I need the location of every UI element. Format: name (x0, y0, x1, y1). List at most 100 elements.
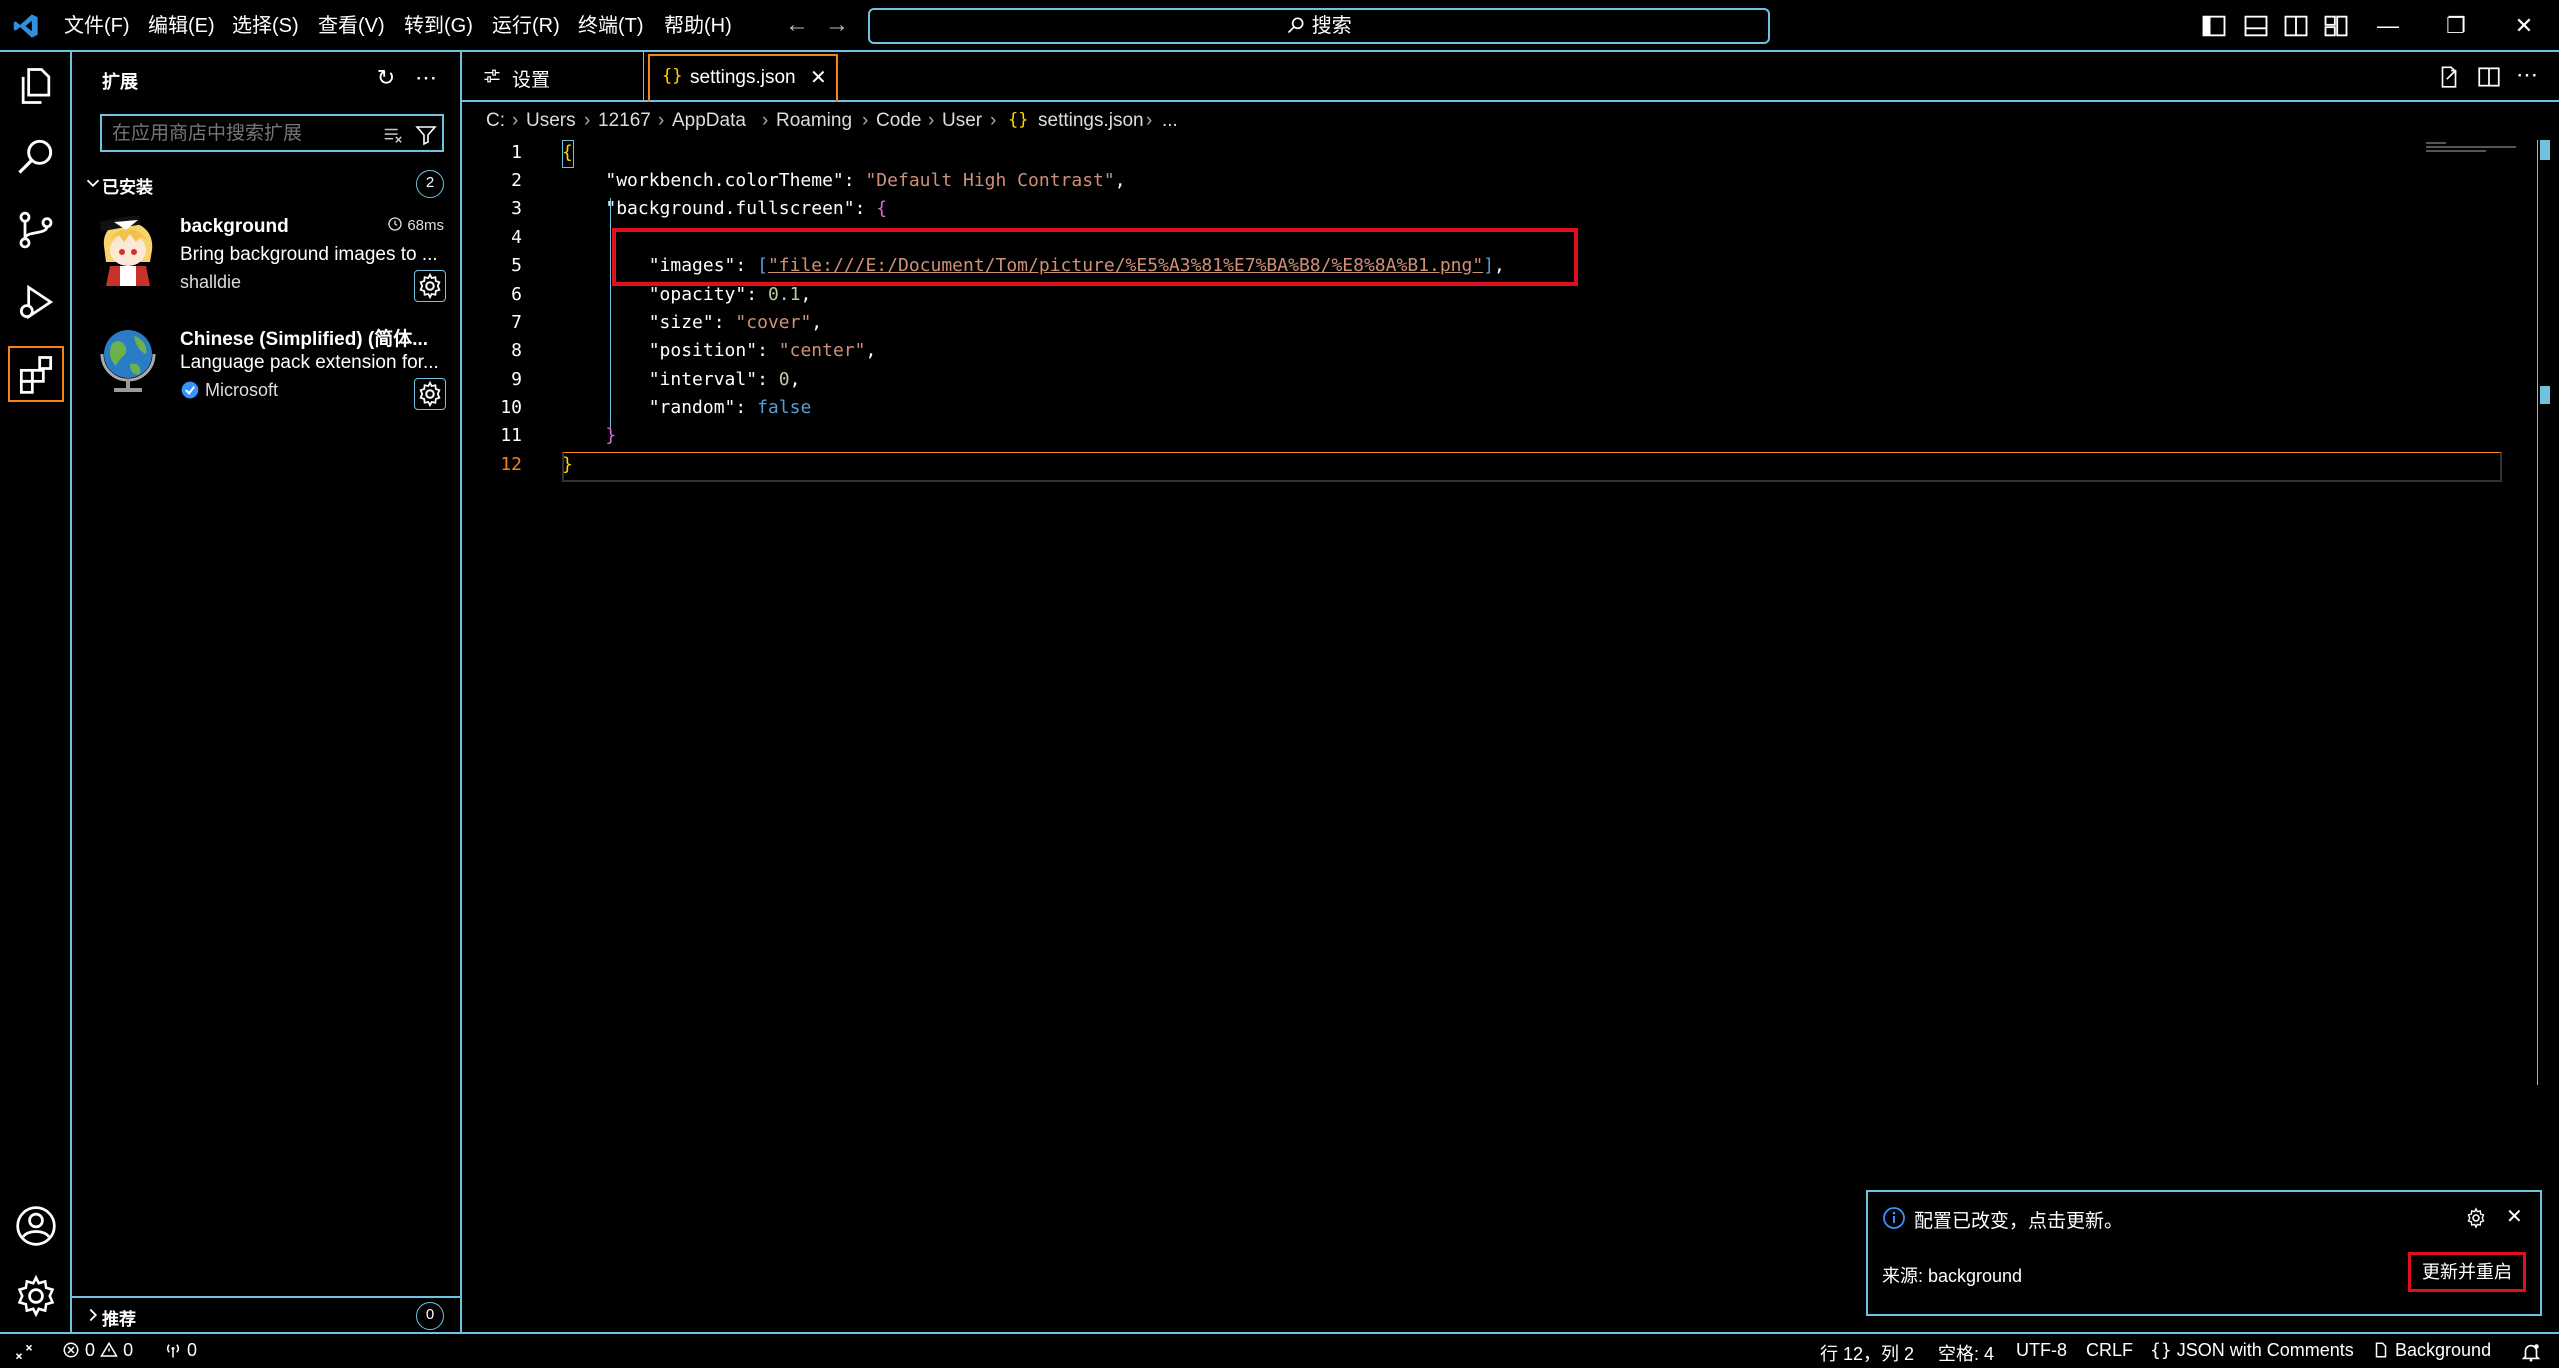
extension-description: Language pack extension for... (180, 352, 439, 373)
recommended-section-header[interactable]: 推荐 0 (72, 1296, 462, 1332)
encoding[interactable]: UTF-8 (2016, 1340, 2067, 1361)
installed-section-header[interactable]: 已安装 2 (72, 166, 462, 202)
extension-search-input[interactable] (110, 120, 364, 148)
manage-extension-gear-icon[interactable] (414, 270, 446, 302)
menu-file[interactable]: 文件(F) (64, 12, 130, 40)
code-line-10: "random": false (648, 397, 812, 418)
explorer-icon[interactable] (14, 64, 58, 108)
breadcrumb-item[interactable]: Roaming (776, 110, 852, 132)
recommended-label: 推荐 (102, 1310, 136, 1329)
search-icon[interactable] (14, 134, 58, 178)
forward-arrow-icon[interactable]: → (824, 12, 850, 38)
editor-vertical-scrollbar[interactable] (2537, 140, 2551, 1085)
minimap[interactable] (2426, 140, 2526, 160)
split-editor-icon[interactable] (2476, 64, 2502, 90)
toggle-panel-icon[interactable] (2242, 12, 2270, 40)
code-editor[interactable]: 1 2 3 4 5 6 7 8 9 10 11 12 { "workbench.… (462, 140, 2559, 1332)
extension-item-background[interactable]: background 68ms Bring background images … (72, 208, 462, 316)
tab-label: 设置 (512, 70, 551, 91)
extension-item-chinese-language-pack[interactable]: Chinese (Simplified) (简体... Language pac… (72, 316, 462, 424)
language-mode[interactable]: {} JSON with Comments (2150, 1340, 2354, 1361)
sidebar-title: 扩展 (102, 72, 138, 92)
activity-bar (0, 52, 72, 1332)
code-line-11: } (562, 425, 616, 446)
close-window-button[interactable]: ✕ (2494, 8, 2554, 44)
breadcrumb-item[interactable]: Users (526, 110, 576, 132)
end-of-line[interactable]: CRLF (2086, 1340, 2133, 1361)
editor-more-actions-icon[interactable]: ⋯ (2516, 62, 2538, 88)
json-key: "interval" (648, 369, 758, 390)
source-control-icon[interactable] (14, 208, 58, 252)
background-extension-status[interactable]: Background (2372, 1340, 2491, 1361)
more-actions-icon[interactable]: ⋯ (412, 64, 440, 92)
breadcrumb-item[interactable]: C: (486, 110, 505, 132)
remote-indicator-icon[interactable] (14, 1342, 34, 1362)
close-notification-icon[interactable]: ✕ (2506, 1204, 2523, 1229)
code-line-9: "interval": 0, (648, 369, 801, 390)
refresh-icon[interactable]: ↻ (372, 64, 400, 92)
breadcrumb-item[interactable]: AppData (672, 110, 746, 132)
menu-go[interactable]: 转到(G) (404, 12, 473, 40)
extension-publisher: shalldie (180, 272, 242, 292)
notifications-bell-icon[interactable] (2520, 1341, 2542, 1363)
editor-tab-bar: 设置 {} settings.json ✕ ⋯ (462, 52, 2559, 102)
vscode-logo-icon (13, 14, 38, 38)
problems-indicator[interactable]: 0 0 (62, 1340, 133, 1361)
activation-time-value: 68ms (407, 217, 444, 234)
breadcrumb-item[interactable]: ... (1162, 110, 1178, 132)
json-number-value: 0 (778, 369, 790, 390)
manage-extension-gear-icon[interactable] (414, 378, 446, 410)
tab-settings-json[interactable]: {} settings.json ✕ (648, 54, 838, 102)
open-settings-ui-icon[interactable] (2436, 64, 2462, 90)
breadcrumb-item[interactable]: Code (876, 110, 921, 132)
extension-publisher-row: Microsoft (180, 380, 278, 401)
indentation[interactable]: 空格: 4 (1938, 1340, 1994, 1366)
json-file-icon: {} (1008, 110, 1029, 130)
extensions-icon[interactable] (14, 352, 58, 396)
run-debug-icon[interactable] (14, 280, 58, 324)
activation-time: 68ms (387, 216, 444, 234)
scrollbar-marker (2540, 386, 2550, 404)
breadcrumb-separator-icon: › (990, 110, 997, 131)
clear-filter-icon[interactable] (382, 124, 404, 146)
breadcrumb-separator-icon: › (658, 110, 665, 131)
json-key: "background.fullscreen" (605, 198, 855, 219)
notification-settings-gear-icon[interactable] (2464, 1206, 2488, 1230)
command-center-search[interactable]: 搜索 (868, 8, 1770, 44)
menu-edit[interactable]: 编辑(E) (148, 12, 215, 40)
installed-count-badge: 2 (416, 170, 444, 198)
tab-settings[interactable]: 设置 (462, 52, 644, 102)
menu-selection[interactable]: 选择(S) (232, 12, 299, 40)
toggle-primary-sidebar-icon[interactable] (2200, 12, 2228, 40)
account-icon[interactable] (14, 1204, 58, 1248)
json-key: "position" (648, 340, 758, 361)
line-number: 9 (511, 369, 522, 390)
scrollbar-thumb[interactable] (2540, 140, 2550, 160)
toggle-secondary-sidebar-icon[interactable] (2282, 12, 2310, 40)
title-bar: 文件(F) 编辑(E) 选择(S) 查看(V) 转到(G) 运行(R) 终端(T… (0, 0, 2559, 52)
back-arrow-icon[interactable]: ← (784, 12, 810, 38)
menu-help[interactable]: 帮助(H) (664, 12, 732, 40)
update-and-restart-button[interactable]: 更新并重启 (2408, 1252, 2526, 1292)
customize-layout-icon[interactable] (2322, 12, 2350, 40)
restore-button[interactable]: ❐ (2426, 8, 2486, 44)
menu-run[interactable]: 运行(R) (492, 12, 560, 40)
menu-view[interactable]: 查看(V) (318, 12, 385, 40)
close-tab-icon[interactable]: ✕ (810, 65, 827, 90)
notification-message: 配置已改变，点击更新。 (1914, 1211, 2124, 1232)
breadcrumb-item[interactable]: 12167 (598, 110, 651, 132)
breadcrumb-item[interactable]: User (942, 110, 982, 132)
breadcrumb-item[interactable]: settings.json (1038, 110, 1144, 132)
indent-guide (610, 198, 611, 428)
breadcrumb-separator-icon: › (512, 110, 519, 131)
manage-gear-icon[interactable] (14, 1274, 58, 1318)
ports-indicator[interactable]: 0 (164, 1340, 197, 1361)
filter-icon[interactable] (414, 123, 438, 147)
warning-icon (100, 1341, 118, 1357)
images-line-annotation-box (612, 228, 1578, 286)
minimize-button[interactable]: — (2358, 8, 2418, 44)
breadcrumb: C: › Users › 12167 › AppData › Roaming ›… (462, 104, 2559, 140)
cursor-position[interactable]: 行 12，列 2 (1820, 1340, 1914, 1366)
line-number: 1 (511, 142, 522, 163)
menu-terminal[interactable]: 终端(T) (578, 12, 644, 40)
